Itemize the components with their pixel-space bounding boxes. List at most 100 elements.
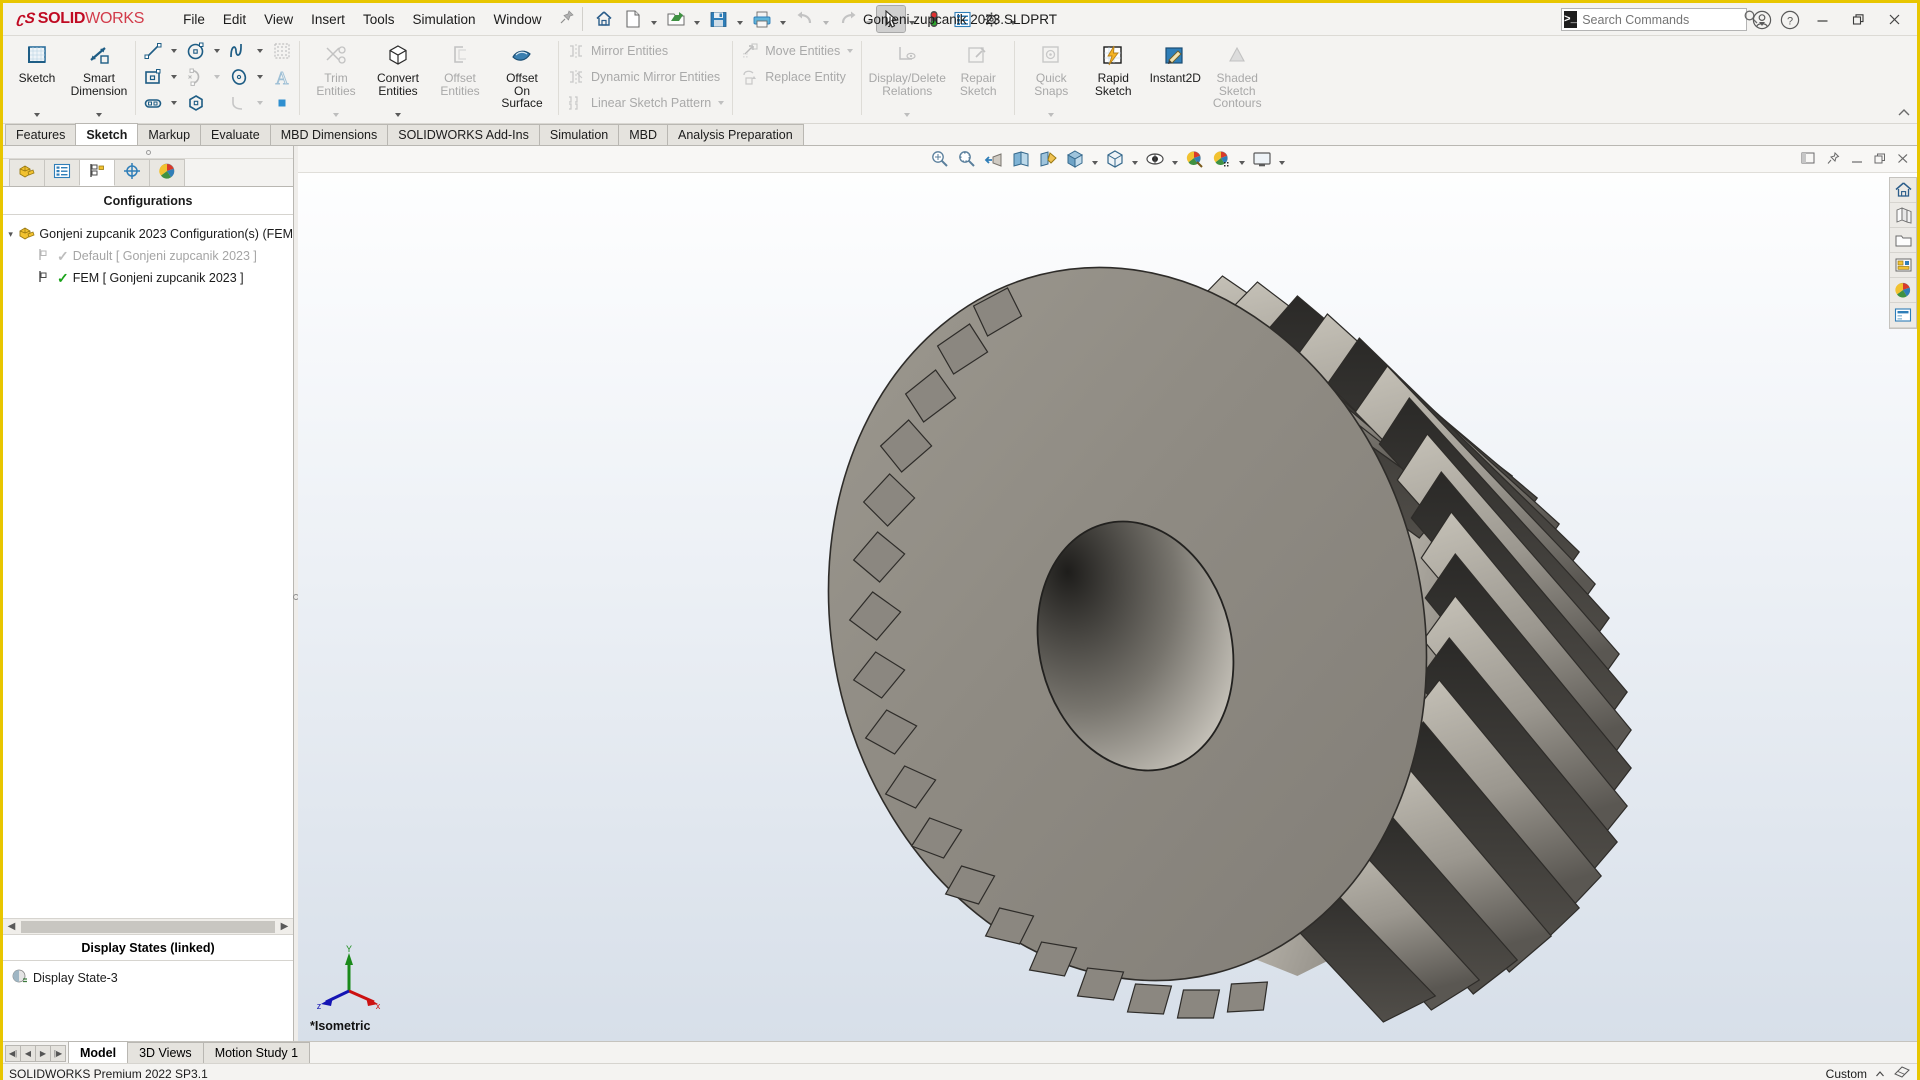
close-icon[interactable] [1893, 153, 1913, 167]
offset-on-surface-button[interactable]: Offset On Surface [491, 38, 553, 121]
next-tab-button[interactable]: ▶ [35, 1044, 51, 1062]
move-entities-dropdown[interactable] [844, 49, 855, 53]
section-view-icon[interactable] [1008, 148, 1034, 171]
mirror-entities-button[interactable]: Mirror Entities [562, 38, 729, 64]
ellipse-tool-button[interactable] [225, 64, 268, 90]
tab-analysis-preparation[interactable]: Analysis Preparation [667, 124, 804, 145]
arc-tool-button[interactable] [182, 64, 225, 90]
print-caret[interactable] [777, 6, 790, 32]
offset-entities-button[interactable]: Offset Entities [429, 38, 491, 121]
options-list-icon[interactable] [949, 6, 977, 32]
rapid-sketch-button[interactable]: Rapid Sketch [1082, 38, 1144, 121]
new-document-caret[interactable] [648, 6, 661, 32]
scroll-thumb[interactable] [21, 920, 275, 933]
units-label[interactable]: Custom [1826, 1067, 1867, 1080]
edit-appearance-icon[interactable] [1182, 148, 1208, 171]
display-delete-relations-button[interactable]: Display/Delete Relations [867, 38, 947, 121]
convert-entities-button[interactable]: Convert Entities [367, 38, 429, 121]
linear-sketch-pattern-dropdown[interactable] [715, 101, 726, 105]
previous-view-icon[interactable] [981, 148, 1007, 171]
view-orientation-paint-icon[interactable] [1035, 148, 1061, 171]
convert-entities-dropdown[interactable] [395, 109, 401, 121]
menu-simulation[interactable]: Simulation [403, 7, 484, 32]
tab-simulation[interactable]: Simulation [538, 124, 620, 145]
user-account-icon[interactable] [1749, 7, 1775, 33]
point-tool-button[interactable] [268, 90, 296, 116]
menu-insert[interactable]: Insert [302, 7, 354, 32]
tab-solidworks-addins[interactable]: SOLIDWORKS Add-Ins [387, 124, 540, 145]
rectangle-tool-button[interactable] [139, 64, 182, 90]
shaded-sketch-contours-button[interactable]: Shaded Sketch Contours [1206, 38, 1268, 121]
view-palette-icon[interactable] [1890, 253, 1916, 278]
menu-edit[interactable]: Edit [214, 7, 255, 32]
configuration-manager-tab[interactable] [79, 159, 115, 186]
scroll-right-arrow[interactable]: ▶ [276, 921, 293, 932]
expander-icon[interactable]: ▾ [7, 229, 14, 240]
view-orientation-caret[interactable] [1089, 148, 1101, 171]
view-orientation-cube-icon[interactable] [1062, 148, 1088, 171]
units-caret-icon[interactable] [1875, 1067, 1885, 1080]
help-icon[interactable]: ? [1777, 7, 1803, 33]
redo-caret[interactable] [863, 6, 876, 32]
prev-tab-button[interactable]: ◀ [20, 1044, 36, 1062]
restore-icon[interactable] [1870, 153, 1890, 167]
sketch-text-tool-button[interactable]: A [268, 64, 296, 90]
home-task-icon[interactable] [1890, 178, 1916, 203]
menu-view[interactable]: View [255, 7, 302, 32]
scroll-left-arrow[interactable]: ◀ [3, 921, 20, 932]
trim-entities-button[interactable]: Trim Entities [305, 38, 367, 121]
slot-dropdown[interactable] [168, 101, 179, 105]
close-button[interactable] [1877, 6, 1911, 34]
tab-features[interactable]: Features [5, 124, 77, 145]
redo-icon[interactable] [834, 6, 862, 32]
save-icon[interactable] [705, 6, 733, 32]
tab-markup[interactable]: Markup [137, 124, 202, 145]
restore-panel-icon[interactable] [1797, 152, 1819, 167]
file-explorer-icon[interactable] [1890, 228, 1916, 253]
linear-sketch-pattern-button[interactable]: Linear Sketch Pattern [562, 90, 729, 116]
zoom-to-area-icon[interactable] [954, 148, 980, 171]
smart-dimension-dropdown[interactable] [96, 109, 102, 121]
custom-properties-icon[interactable] [1890, 303, 1916, 328]
save-caret[interactable] [734, 6, 747, 32]
minimize-icon[interactable] [1847, 153, 1867, 167]
undo-icon[interactable] [791, 6, 819, 32]
appearances-scenes-icon[interactable] [1890, 278, 1916, 303]
quick-snaps-dropdown[interactable] [1048, 109, 1054, 121]
first-tab-button[interactable]: ◀| [5, 1044, 21, 1062]
tab-mbd-dimensions[interactable]: MBD Dimensions [269, 124, 389, 145]
design-library-icon[interactable] [1890, 203, 1916, 228]
pin-icon[interactable] [1822, 151, 1844, 168]
display-delete-relations-dropdown[interactable] [904, 109, 910, 121]
apply-scene-caret[interactable] [1236, 148, 1248, 171]
open-caret[interactable] [691, 6, 704, 32]
display-style-caret[interactable] [1129, 148, 1141, 171]
home-icon[interactable] [590, 6, 618, 32]
minimize-button[interactable] [1805, 6, 1839, 34]
search-commands-box[interactable]: >_ [1561, 8, 1758, 31]
instant2d-button[interactable]: Instant2D [1144, 38, 1206, 121]
select-cursor-icon[interactable] [875, 5, 906, 33]
replace-entity-button[interactable]: Replace Entity [736, 64, 858, 90]
menu-window[interactable]: Window [484, 7, 550, 32]
display-manager-tab[interactable] [149, 159, 185, 186]
slot-tool-button[interactable] [139, 90, 182, 116]
view-settings-icon[interactable] [1249, 148, 1275, 171]
menu-file[interactable]: File [174, 7, 214, 32]
tree-horizontal-scrollbar[interactable]: ◀ ▶ [3, 918, 293, 934]
tree-row-root[interactable]: ▾ Gonjeni zupcanik 2023 Configuration(s)… [7, 223, 293, 245]
rectangle-dropdown[interactable] [168, 75, 179, 79]
settings-gear-icon[interactable] [978, 6, 1006, 32]
spline-tool-button[interactable] [225, 38, 268, 64]
tab-evaluate[interactable]: Evaluate [200, 124, 271, 145]
tab-mbd[interactable]: MBD [618, 124, 669, 145]
move-entities-button[interactable]: Move Entities [736, 38, 858, 64]
undo-caret[interactable] [820, 6, 833, 32]
bottom-tab-motion-study[interactable]: Motion Study 1 [202, 1042, 311, 1063]
hide-show-items-icon[interactable] [1142, 148, 1168, 171]
display-style-icon[interactable] [1102, 148, 1128, 171]
sketch-button[interactable]: Sketch [6, 38, 68, 121]
line-dropdown[interactable] [168, 49, 179, 53]
select-caret[interactable] [906, 6, 919, 32]
edit-sheet-icon[interactable] [1893, 1065, 1911, 1080]
